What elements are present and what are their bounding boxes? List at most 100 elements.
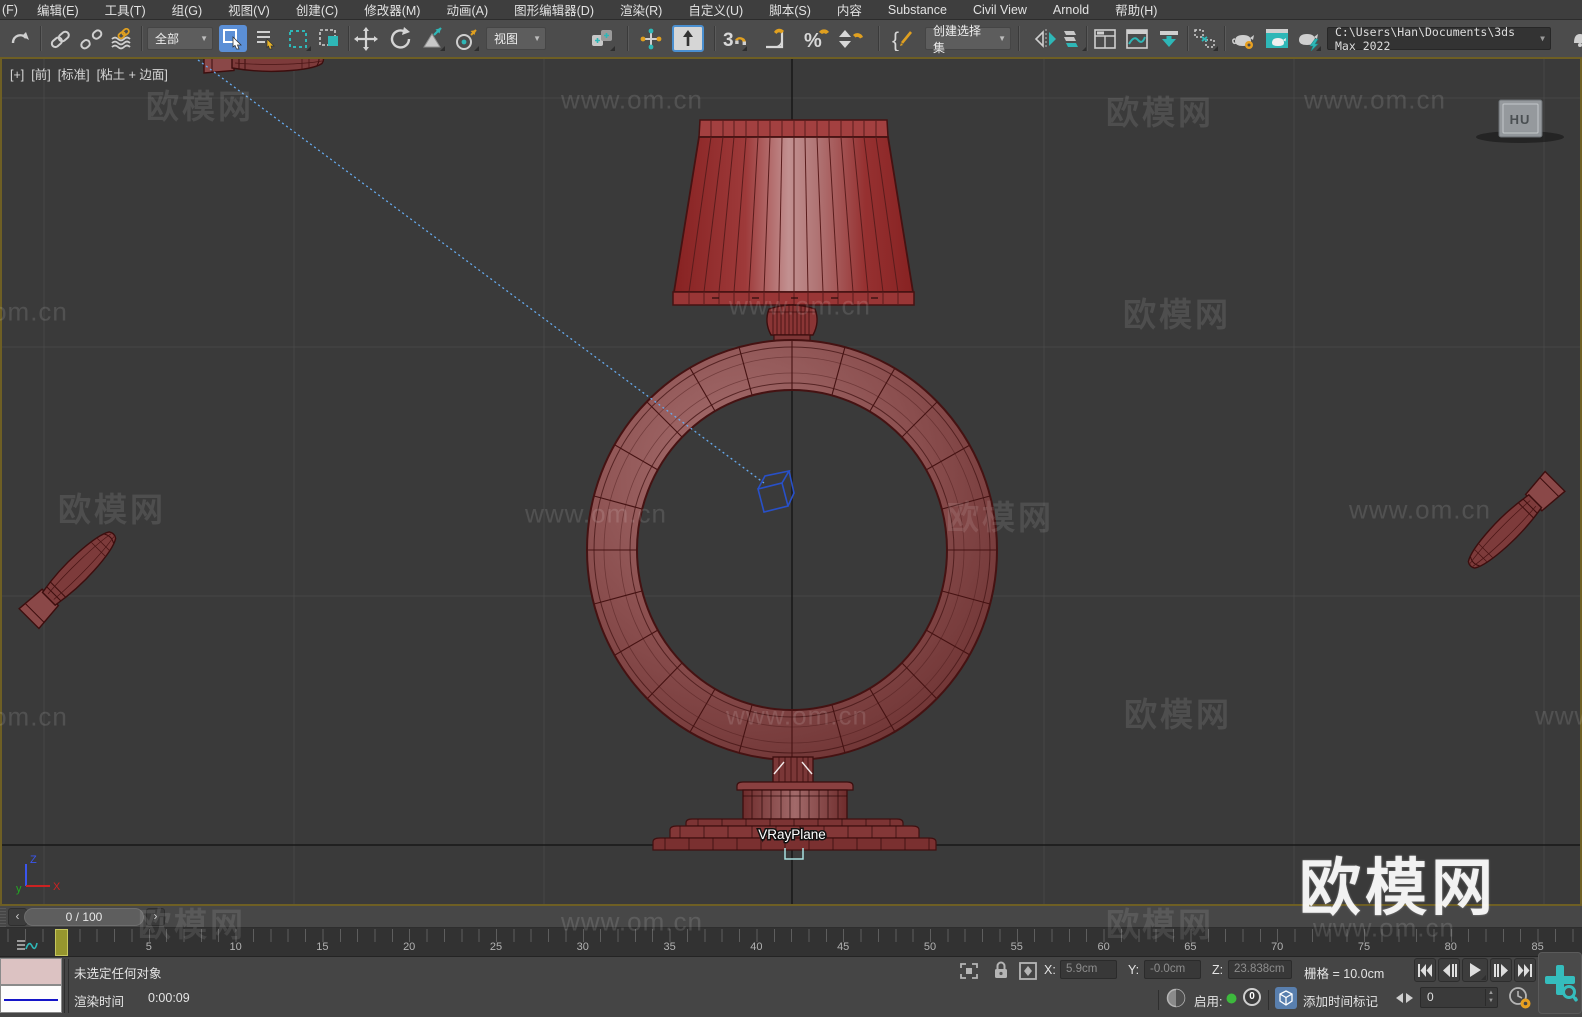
notification-bell-icon[interactable]: [1566, 25, 1582, 52]
x-coord-field[interactable]: 5.9cm: [1060, 960, 1117, 979]
ribbon-toggle-icon[interactable]: [1155, 25, 1183, 52]
add-time-tag[interactable]: 添加时间标记: [1303, 991, 1378, 1010]
helper-cube[interactable]: [757, 469, 795, 513]
bind-spacewarp-icon[interactable]: [108, 25, 136, 52]
menu-item[interactable]: 内容: [824, 0, 875, 19]
toolbar-grip[interactable]: [0, 906, 6, 927]
schematic-view-icon[interactable]: [1191, 25, 1219, 52]
menubar[interactable]: (F) 编辑(E) 工具(T) 组(G) 视图(V) 创建(C) 修改器(M) 动画(A) 图形…: [0, 0, 1582, 20]
menu-item[interactable]: 图形编辑器(D): [501, 0, 607, 19]
lamp-shade[interactable]: [672, 119, 915, 306]
menu-item[interactable]: Arnold: [1040, 3, 1102, 17]
scene-explorer-icon[interactable]: [1091, 25, 1119, 52]
notification-count-badge[interactable]: 0: [1243, 988, 1261, 1006]
timeline-tick-label: 35: [663, 941, 676, 953]
mini-curve-editor-icon[interactable]: [16, 939, 38, 953]
auto-key-clock-icon[interactable]: [1508, 986, 1532, 1010]
goto-end-button[interactable]: [1514, 958, 1536, 982]
render-setup-icon[interactable]: [1229, 25, 1257, 52]
rendered-frame-icon[interactable]: [1263, 25, 1291, 52]
named-selection-value: 创建选择集: [933, 23, 982, 55]
status-divider: [1268, 990, 1269, 1010]
current-frame-field[interactable]: 0 ▲ ▼: [1420, 987, 1498, 1008]
angle-snap-toggle[interactable]: [761, 25, 789, 52]
axis-y-label: y: [16, 883, 22, 895]
snap-3d-toggle[interactable]: 3: [720, 25, 748, 52]
menu-item[interactable]: 视图(V): [215, 0, 283, 19]
selection-lock-icon[interactable]: [992, 960, 1010, 981]
next-frame-arrow-button[interactable]: ›: [146, 908, 165, 926]
maxscript-listener[interactable]: [0, 985, 62, 1013]
project-folder-combo[interactable]: C:\Users\Han\Documents\3ds Max 2022 ▼: [1327, 24, 1551, 53]
chevron-down-icon: ▼: [998, 34, 1006, 43]
play-button[interactable]: [1462, 958, 1488, 982]
viewport-menu-pov[interactable]: [前]: [31, 68, 50, 82]
spinner-snap-toggle[interactable]: [836, 25, 864, 52]
menu-item[interactable]: Civil View: [960, 3, 1040, 17]
viewport-label[interactable]: [+] [前] [标准] [粘土 + 边面]: [10, 64, 175, 84]
select-object-button[interactable]: [219, 25, 247, 52]
menu-item[interactable]: Substance: [875, 3, 960, 17]
time-tag-arrows-icon[interactable]: [1396, 993, 1413, 1003]
prev-frame-button[interactable]: [1438, 958, 1460, 982]
unlink-icon[interactable]: [77, 25, 105, 52]
track-bar[interactable]: 0510152025303540455055606570758085: [0, 928, 1582, 957]
absolute-mode-icon[interactable]: [1018, 961, 1038, 981]
keyboard-override-toggle[interactable]: [672, 25, 704, 52]
select-manipulate-button[interactable]: [637, 25, 665, 52]
y-coord-field[interactable]: -0.0cm: [1144, 960, 1201, 979]
menu-item[interactable]: 渲染(R): [607, 0, 675, 19]
menu-item[interactable]: 自定义(U): [675, 0, 756, 19]
z-coord-field[interactable]: 23.838cm: [1228, 960, 1292, 979]
menu-item[interactable]: 脚本(S): [756, 0, 824, 19]
time-slider-value[interactable]: 0 / 100: [24, 908, 144, 926]
menu-item[interactable]: 编辑(E): [24, 0, 92, 19]
ref-coord-combo[interactable]: 视图 ▼: [486, 27, 546, 50]
x-coord-label: X:: [1044, 963, 1056, 977]
viewport-menu-shading[interactable]: [粘土 + 边面]: [97, 68, 168, 82]
menu-item[interactable]: 组(G): [159, 0, 216, 19]
viewport-menu-renderer[interactable]: [标准]: [58, 68, 90, 82]
curve-editor-icon[interactable]: [1123, 25, 1151, 52]
spinner-arrows[interactable]: ▲ ▼: [1485, 989, 1496, 1006]
select-scale-button[interactable]: [418, 25, 446, 52]
time-slider-handle[interactable]: [55, 929, 68, 956]
y-coord-label: Y:: [1128, 963, 1140, 977]
scene-converter-cube-icon[interactable]: [1275, 987, 1297, 1009]
menu-item[interactable]: 创建(C): [283, 0, 351, 19]
selection-region-button[interactable]: [284, 25, 312, 52]
menu-item[interactable]: 动画(A): [433, 0, 501, 19]
safe-scene-shield-icon[interactable]: [1166, 988, 1186, 1008]
menu-item[interactable]: 修改器(M): [351, 0, 433, 19]
svg-text:3: 3: [723, 30, 734, 51]
maxscript-macro-recorder[interactable]: [0, 958, 62, 985]
render-production-icon[interactable]: [1294, 25, 1322, 52]
select-move-button[interactable]: [352, 25, 380, 52]
undo-icon[interactable]: [6, 25, 34, 52]
viewport[interactable]: [+] [前] [标准] [粘土 + 边面] VRayPlane Z X y H…: [0, 57, 1582, 906]
pivot-center-button[interactable]: [588, 25, 616, 52]
selection-filter-combo[interactable]: 全部 ▼: [147, 27, 213, 50]
goto-start-button[interactable]: [1414, 958, 1436, 982]
mirror-button[interactable]: [1032, 25, 1060, 52]
isolate-selection-icon[interactable]: [958, 961, 980, 981]
listener-splitter[interactable]: [64, 959, 69, 1013]
select-by-name-button[interactable]: [252, 25, 280, 52]
set-key-button[interactable]: [1538, 952, 1582, 1014]
link-icon[interactable]: [46, 25, 74, 52]
next-frame-button[interactable]: [1490, 958, 1512, 982]
named-selection-combo[interactable]: 创建选择集 ▼: [925, 24, 1011, 55]
viewport-menu-general[interactable]: [+]: [10, 68, 24, 82]
lamp-socket[interactable]: [766, 304, 818, 344]
viewport-scene[interactable]: VRayPlane Z X y HU: [2, 59, 1582, 906]
window-crossing-button[interactable]: [315, 25, 343, 52]
edit-named-selections-button[interactable]: {: [890, 25, 918, 52]
project-folder-path: C:\Users\Han\Documents\3ds Max 2022: [1335, 24, 1516, 53]
menu-item[interactable]: 工具(T): [92, 0, 159, 19]
menu-item[interactable]: 帮助(H): [1102, 0, 1170, 19]
percent-snap-toggle[interactable]: %: [802, 25, 830, 52]
select-place-button[interactable]: [452, 25, 480, 52]
menu-item[interactable]: (F): [0, 3, 24, 17]
align-button[interactable]: [1060, 25, 1088, 52]
select-rotate-button[interactable]: [387, 25, 415, 52]
